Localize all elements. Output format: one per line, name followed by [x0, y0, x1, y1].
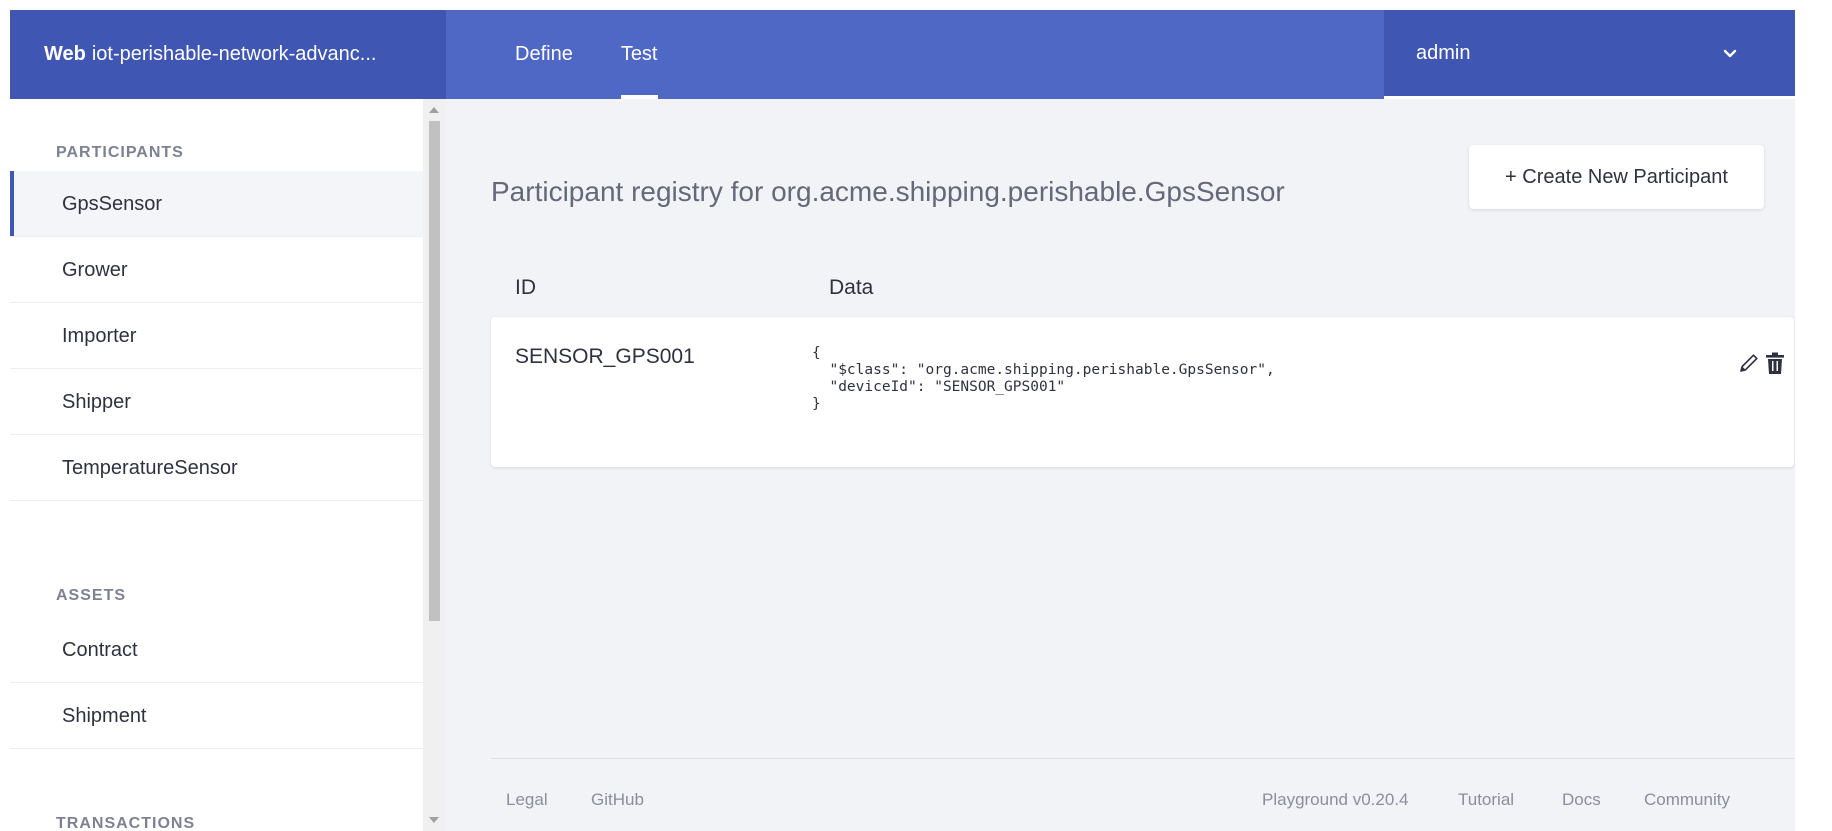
participants-heading: PARTICIPANTS: [56, 144, 184, 161]
pencil-icon[interactable]: [1737, 351, 1761, 375]
scroll-down-arrow-icon[interactable]: [429, 817, 439, 823]
assets-heading: ASSETS: [56, 587, 127, 604]
table-row: SENSOR_GPS001 { "$class": "org.acme.ship…: [491, 317, 1794, 467]
footer-link-docs[interactable]: Docs: [1562, 790, 1601, 810]
participant-id: SENSOR_GPS001: [515, 345, 695, 368]
sidebar: PARTICIPANTS GpsSensor Grower Importer S…: [10, 99, 446, 831]
network-name[interactable]: Web iot-perishable-network-advanc...: [10, 10, 446, 99]
sidebar-item-shipment[interactable]: Shipment: [10, 683, 423, 749]
scroll-up-arrow-icon[interactable]: [429, 107, 439, 113]
footer-version: Playground v0.20.4: [1262, 790, 1409, 809]
network-label: iot-perishable-network-advanc...: [91, 43, 377, 65]
footer-link-github[interactable]: GitHub: [591, 790, 644, 810]
top-bar: Web iot-perishable-network-advanc... Def…: [10, 10, 1795, 99]
assets-list: Contract Shipment: [10, 617, 423, 749]
user-name: admin: [1416, 41, 1471, 64]
transactions-heading: TRANSACTIONS: [56, 815, 196, 831]
main-tabs: Define Test: [515, 10, 706, 99]
sidebar-scrollbar[interactable]: [423, 99, 446, 831]
tab-define[interactable]: Define: [515, 10, 573, 99]
sidebar-item-importer[interactable]: Importer: [10, 303, 423, 369]
sidebar-item-grower[interactable]: Grower: [10, 237, 423, 303]
app-window: Web iot-perishable-network-advanc... Def…: [10, 10, 1795, 831]
participants-list: GpsSensor Grower Importer Shipper Temper…: [10, 171, 423, 501]
scroll-thumb[interactable]: [429, 121, 440, 621]
footer-link-community[interactable]: Community: [1644, 790, 1730, 810]
sidebar-item-contract[interactable]: Contract: [10, 617, 423, 683]
user-menu[interactable]: admin: [1384, 10, 1795, 99]
footer-link-legal[interactable]: Legal: [506, 790, 548, 810]
trash-icon[interactable]: [1763, 351, 1787, 375]
footer-divider: [491, 758, 1794, 759]
sidebar-item-shipper[interactable]: Shipper: [10, 369, 423, 435]
page-title: Participant registry for org.acme.shippi…: [491, 176, 1285, 207]
footer-link-tutorial[interactable]: Tutorial: [1458, 790, 1514, 810]
brand-label: Web: [44, 43, 86, 65]
column-header-id: ID: [515, 276, 536, 299]
sidebar-item-temperaturesensor[interactable]: TemperatureSensor: [10, 435, 423, 501]
create-new-participant-button[interactable]: + Create New Participant: [1469, 145, 1764, 209]
column-header-data: Data: [829, 276, 874, 299]
tab-test[interactable]: Test: [620, 10, 658, 99]
sidebar-item-gpssensor[interactable]: GpsSensor: [10, 171, 423, 237]
participant-data-json: { "$class": "org.acme.shipping.perishabl…: [812, 345, 1275, 412]
chevron-down-icon: [1723, 49, 1737, 58]
